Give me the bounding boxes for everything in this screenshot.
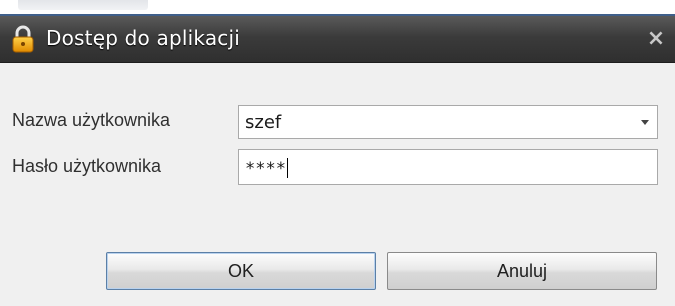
username-label: Nazwa użytkownika xyxy=(12,110,171,130)
dialog-title: Dostęp do aplikacji xyxy=(46,26,241,50)
password-field[interactable]: **** xyxy=(238,149,658,185)
password-value: **** xyxy=(245,158,288,179)
dialog-body: Nazwa użytkownika szef Hasło użytkownika… xyxy=(0,63,675,306)
padlock-icon xyxy=(10,25,36,53)
username-combobox[interactable]: szef xyxy=(238,105,658,139)
text-caret xyxy=(286,158,288,178)
cancel-button[interactable]: Anuluj xyxy=(387,252,657,290)
background-window-tab xyxy=(18,0,148,10)
background-window-edge xyxy=(0,0,675,14)
password-mask: **** xyxy=(245,159,286,179)
dialog-titlebar[interactable]: Dostęp do aplikacji × xyxy=(0,16,675,63)
username-value: szef xyxy=(245,112,282,133)
screen: Dostęp do aplikacji × Nazwa użytkownika … xyxy=(0,0,675,306)
ok-button[interactable]: OK xyxy=(106,252,376,290)
password-label: Hasło użytkownika xyxy=(12,156,162,176)
chevron-down-icon[interactable] xyxy=(641,120,649,125)
close-button[interactable]: × xyxy=(643,24,669,52)
login-dialog: Dostęp do aplikacji × Nazwa użytkownika … xyxy=(0,14,675,306)
